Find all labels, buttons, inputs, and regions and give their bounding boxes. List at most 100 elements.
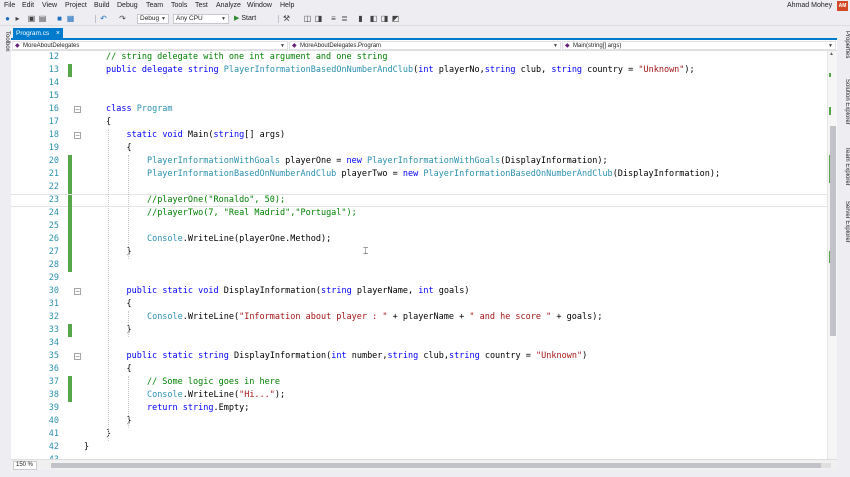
menu-edit[interactable]: Edit	[22, 2, 34, 10]
save-all-icon[interactable]: ▦	[66, 14, 75, 23]
comment-icon[interactable]: ≡	[329, 14, 338, 23]
collapse-icon[interactable]: −	[74, 353, 81, 360]
forward-icon[interactable]: ▸	[13, 14, 22, 23]
code-token: playerName,	[351, 286, 419, 296]
code-token: delegate	[141, 65, 183, 75]
prev-bookmark-icon[interactable]: ◧	[369, 14, 378, 23]
code-line[interactable]: 16 − class Program	[11, 103, 827, 116]
redo-icon[interactable]: ↷	[118, 14, 127, 23]
collapse-icon[interactable]: −	[74, 288, 81, 295]
code-line[interactable]: 20 PlayerInformationWithGoals playerOne =…	[11, 155, 827, 168]
scroll-up-icon[interactable]: ▲	[829, 51, 834, 57]
toolbox-tab[interactable]: Toolbox	[4, 31, 10, 52]
tab-program-cs[interactable]: Program.cs ×	[13, 28, 63, 40]
horizontal-scrollbar[interactable]	[51, 463, 831, 468]
code-line[interactable]: 38 Console.WriteLine("Hi...");	[11, 389, 827, 402]
configuration-select[interactable]: Debug ▼	[137, 14, 169, 24]
code-line[interactable]: 32 Console.WriteLine("Information about p…	[11, 311, 827, 324]
server-explorer-tab[interactable]: Server Explorer	[844, 201, 850, 243]
menu-project[interactable]: Project	[65, 2, 87, 10]
code-line[interactable]: 33}	[11, 324, 827, 337]
code-token: "Information about player : "	[239, 312, 388, 322]
back-icon[interactable]: ●	[3, 14, 12, 23]
code-line[interactable]: 17 {	[11, 116, 827, 129]
code-line[interactable]: 36 {	[11, 363, 827, 376]
open-file-icon[interactable]: ▤	[38, 14, 47, 23]
code-line[interactable]: 18 − static void Main(string[] args)	[11, 129, 827, 142]
code-line[interactable]: 22	[11, 181, 827, 194]
vertical-scrollbar[interactable]: ▲	[827, 51, 837, 459]
breakpoint-icon[interactable]: ◨	[314, 14, 323, 23]
code-line[interactable]: 28	[11, 259, 827, 272]
team-explorer-tab[interactable]: Team Explorer	[844, 147, 850, 186]
code-line[interactable]: 30 − public static void DisplayInformation…	[11, 285, 827, 298]
code-line[interactable]: 37 // Some logic goes in here	[11, 376, 827, 389]
mouse-cursor-icon: ⌶	[363, 246, 369, 256]
change-marker	[829, 107, 831, 115]
avatar[interactable]: AM	[837, 1, 848, 11]
close-icon[interactable]: ×	[56, 28, 60, 40]
menu-build[interactable]: Build	[94, 2, 110, 10]
menu-test[interactable]: Test	[195, 2, 208, 10]
code-line[interactable]: 35 − public static string DisplayInformati…	[11, 350, 827, 363]
code-line[interactable]: 13 public delegate string PlayerInformati…	[11, 64, 827, 77]
menu-help[interactable]: Help	[280, 2, 294, 10]
step-icon[interactable]: ◫	[303, 14, 312, 23]
code-line[interactable]: 26 Console.WriteLine(playerOne.Method);	[11, 233, 827, 246]
project-dropdown[interactable]: ◆ MoreAboutDelegates ▼	[12, 41, 288, 50]
code-line[interactable]: 12 // string delegate with one int argume…	[11, 51, 827, 64]
code-line[interactable]: 39 return string.Empty;	[11, 402, 827, 415]
code-token: string	[448, 351, 480, 361]
code-line[interactable]: 25	[11, 220, 827, 233]
code-token: string	[387, 351, 419, 361]
platform-select[interactable]: Any CPU ▼	[173, 14, 229, 24]
start-button[interactable]: ▶ Start	[234, 14, 256, 23]
menu-view[interactable]: View	[42, 2, 57, 10]
code-line[interactable]: 21 PlayerInformationBasedOnNumberAndClub …	[11, 168, 827, 181]
code-line[interactable]: 34	[11, 337, 827, 350]
code-line[interactable]: 19 {	[11, 142, 827, 155]
member-dropdown[interactable]: ◆ Main(string[] args) ▼	[562, 41, 836, 50]
menu-file[interactable]: File	[4, 2, 15, 10]
bookmark-icon[interactable]: ▮	[356, 14, 365, 23]
code-text: class Program	[106, 103, 173, 116]
menu-analyze[interactable]: Analyze	[216, 2, 241, 10]
code-line[interactable]: 14	[11, 77, 827, 90]
code-line[interactable]: 40}	[11, 415, 827, 428]
horizontal-scrollbar-thumb[interactable]	[51, 463, 821, 468]
code-line[interactable]: 27}	[11, 246, 827, 259]
code-line[interactable]: 42}	[11, 441, 827, 454]
code-token: "Unknown"	[536, 351, 583, 361]
menu-tools[interactable]: Tools	[171, 2, 187, 10]
new-project-icon[interactable]: ▣	[27, 14, 36, 23]
next-bookmark-icon[interactable]: ◨	[380, 14, 389, 23]
collapse-icon[interactable]: −	[74, 106, 81, 113]
solution-explorer-tab[interactable]: Solution Explorer	[844, 79, 850, 125]
right-tool-strip: Properties Solution Explorer Team Explor…	[838, 27, 850, 477]
change-indicator	[68, 376, 72, 389]
code-editor[interactable]: 12 // string delegate with one int argume…	[11, 51, 827, 459]
save-icon[interactable]: ■	[55, 14, 64, 23]
code-line[interactable]: 23 //playerOne("Ronaldo", 50);	[11, 194, 827, 208]
undo-icon[interactable]: ↶	[99, 14, 108, 23]
code-line[interactable]: 41}	[11, 428, 827, 441]
code-line[interactable]: 31 {	[11, 298, 827, 311]
uncomment-icon[interactable]: ≣	[340, 14, 349, 23]
class-dropdown[interactable]: ◆ MoreAboutDelegates.Program ▼	[289, 41, 561, 50]
menu-window[interactable]: Window	[247, 2, 272, 10]
code-line[interactable]: 29	[11, 272, 827, 285]
code-line[interactable]: 15	[11, 90, 827, 103]
toolbar-separator	[95, 15, 96, 23]
zoom-select[interactable]: 150 %	[13, 461, 37, 470]
scrollbar-thumb[interactable]	[830, 126, 836, 336]
code-token: club,	[515, 65, 552, 75]
clear-bookmarks-icon[interactable]: ◩	[391, 14, 400, 23]
collapse-icon[interactable]: −	[74, 132, 81, 139]
code-token: + goals);	[551, 312, 603, 322]
code-line[interactable]: 24 //playerTwo(7, "Real Madrid","Portugal…	[11, 207, 827, 220]
browser-link-icon[interactable]: ⚒	[282, 14, 291, 23]
user-name[interactable]: Ahmad Mohey	[787, 2, 832, 9]
properties-tab[interactable]: Properties	[844, 31, 850, 58]
menu-team[interactable]: Team	[146, 2, 163, 10]
menu-debug[interactable]: Debug	[117, 2, 138, 10]
